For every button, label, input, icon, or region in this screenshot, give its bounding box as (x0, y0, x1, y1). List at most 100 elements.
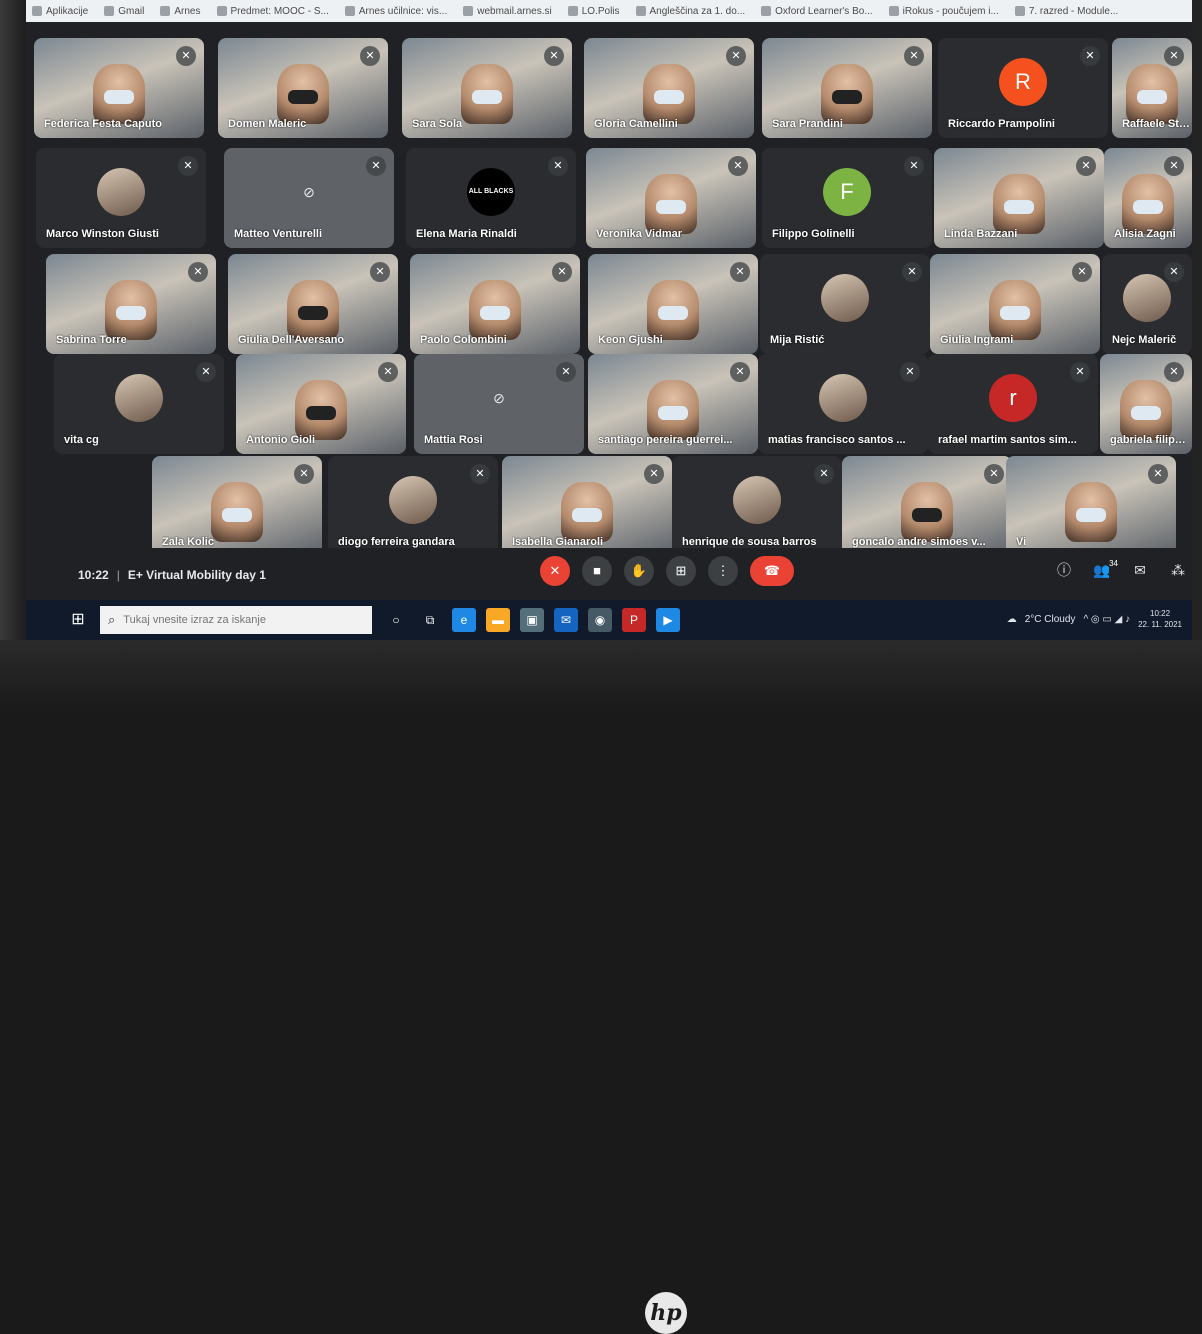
weather-text[interactable]: 2°C Cloudy (1025, 614, 1076, 625)
participant-name: Giulia Dell'Aversano (238, 334, 345, 346)
bookmark-icon (104, 6, 115, 16)
participant-tile[interactable]: ✕ Sabrina Torre (46, 254, 216, 354)
participant-tile[interactable]: ✕ gabriela filipa de jes... (1100, 354, 1192, 454)
powerpoint-icon[interactable]: P (622, 608, 646, 632)
participant-tile[interactable]: ✕ Veronika Vidmar (586, 148, 756, 248)
face-mask (1004, 200, 1034, 214)
participant-tile[interactable]: ✕ santiago pereira guerrei... (588, 354, 758, 454)
participant-name: Filippo Golinelli (772, 228, 855, 240)
participant-name: Gloria Camellini (594, 118, 678, 130)
more-options-button[interactable]: ⋮ (708, 556, 738, 586)
participant-tile[interactable]: ✕ Mija Ristić (760, 254, 930, 354)
participant-tile[interactable]: ✕ henrique de sousa barros (672, 456, 842, 556)
participant-tile[interactable]: ✕ Zala Kolic (152, 456, 322, 556)
bookmark-item[interactable]: Gmail (104, 6, 144, 17)
participant-tile[interactable]: ✕ diogo ferreira gandara (328, 456, 498, 556)
mic-muted-icon: ✕ (730, 362, 750, 382)
participant-tile[interactable]: ✕ Antonio Gioli (236, 354, 406, 454)
avatar (1123, 274, 1171, 322)
participant-tile[interactable]: ✕ goncalo andre simoes v... (842, 456, 1012, 556)
store-icon[interactable]: ▣ (520, 608, 544, 632)
camera-off-icon: ⊘ (303, 184, 315, 200)
participant-tile[interactable]: ✕ vita cg (54, 354, 224, 454)
avatar (389, 476, 437, 524)
bookmark-item[interactable]: Arnes (160, 6, 201, 17)
task-view-icon[interactable]: ⧉ (418, 608, 442, 632)
participant-name: diogo ferreira gandara (338, 536, 455, 548)
participant-tile[interactable]: ⊘ ✕ Mattia Rosi (414, 354, 584, 454)
participant-tile[interactable]: R ✕ Riccardo Prampolini (938, 38, 1108, 138)
participant-tile[interactable]: ✕ Gloria Camellini (584, 38, 754, 138)
participant-tile[interactable]: ✕ Linda Bazzani (934, 148, 1104, 248)
camera-button[interactable]: ■ (582, 556, 612, 586)
bookmark-label: Arnes učilnice: vis... (358, 5, 448, 17)
edge-icon[interactable]: e (452, 608, 476, 632)
bookmark-item[interactable]: LO.Polis (567, 5, 620, 17)
bookmark-item[interactable]: Oxford Learner's Bo... (761, 6, 873, 17)
face-mask (654, 90, 684, 104)
participant-tile[interactable]: ✕ matias francisco santos ... (758, 354, 928, 454)
bookmark-item[interactable]: iRokus - poučujem i... (888, 6, 999, 17)
participant-tile[interactable]: ✕ Alisia Zagni (1104, 148, 1192, 248)
participant-tile[interactable]: ALL BLACKS ✕ Elena Maria Rinaldi (406, 148, 576, 248)
face-mask (1131, 406, 1161, 420)
participant-tile[interactable]: r ✕ rafael martim santos sim... (928, 354, 1098, 454)
participant-tile[interactable]: ✕ Sara Sola (402, 38, 572, 138)
mic-muted-icon: ✕ (544, 46, 564, 66)
participant-name: Riccardo Prampolini (948, 118, 1055, 130)
zoom-icon[interactable]: ▶ (656, 608, 680, 632)
participant-tile[interactable]: ✕ Isabella Gianaroli (502, 456, 672, 556)
bookmark-item[interactable]: Angleščina za 1. do... (635, 6, 745, 17)
participant-name: Matteo Venturelli (234, 228, 323, 240)
bookmark-item[interactable]: webmail.arnes.si (463, 6, 552, 17)
participant-name: Zala Kolic (162, 536, 214, 548)
mail-icon[interactable]: ✉ (554, 608, 578, 632)
separator: | (116, 568, 120, 582)
bookmark-item[interactable]: Aplikacije (32, 6, 88, 17)
participant-tile[interactable]: ✕ Keon Gjushi (588, 254, 758, 354)
participant-tile[interactable]: ✕ Nejc Malerič (1102, 254, 1192, 354)
activities-icon[interactable]: ⁂ (1164, 556, 1192, 584)
mic-muted-icon: ✕ (902, 262, 922, 282)
raise-hand-button[interactable]: ✋ (624, 556, 654, 586)
chat-icon[interactable]: ✉ (1126, 556, 1154, 584)
participant-tile[interactable]: ✕ Domen Maleric (218, 38, 388, 138)
face-mask (658, 306, 688, 320)
participant-name: Vi (1016, 536, 1027, 548)
avatar (821, 274, 869, 322)
search-input[interactable] (123, 614, 354, 626)
participant-tile[interactable]: ✕ Giulia Ingrami (930, 254, 1100, 354)
info-icon[interactable]: ⓘ (1050, 556, 1078, 584)
tray-icons[interactable]: ^ ◎ ▭ ◢ ♪ (1083, 614, 1130, 625)
file-explorer-icon[interactable]: ▬ (486, 608, 510, 632)
participant-tile[interactable]: F ✕ Filippo Golinelli (762, 148, 932, 248)
bookmark-label: Aplikacije (46, 5, 89, 17)
participant-tile[interactable]: ⊘ ✕ Matteo Venturelli (224, 148, 394, 248)
people-icon[interactable]: 👥 34 (1088, 550, 1118, 584)
windows-start-icon[interactable]: ⊞ (68, 610, 88, 630)
bookmark-item[interactable]: 7. razred - Module... (1014, 6, 1118, 17)
taskbar-search[interactable]: ⌕ (100, 606, 372, 634)
participant-tile[interactable]: ✕ Paolo Colombini (410, 254, 580, 354)
clock[interactable]: 10:22 22. 11. 2021 (1138, 608, 1182, 630)
participant-tile[interactable]: ✕ Giulia Dell'Aversano (228, 254, 398, 354)
meeting-time: 10:22 (78, 568, 109, 582)
participant-tile[interactable]: ✕ Federica Festa Caputo (34, 38, 204, 138)
participant-tile[interactable]: ✕ Raffaele Stanzione (1112, 38, 1192, 138)
bookmark-label: LO.Polis (581, 5, 620, 17)
participant-tile[interactable]: ✕ Vi (1006, 456, 1176, 556)
participant-name: matias francisco santos ... (768, 434, 906, 446)
chrome-icon[interactable]: ◉ (588, 608, 612, 632)
system-tray: ☁ 2°C Cloudy ^ ◎ ▭ ◢ ♪ 10:22 22. 11. 202… (1007, 608, 1182, 630)
leave-call-button[interactable]: ☎ (750, 556, 794, 586)
bookmark-item[interactable]: Predmet: MOOC - S... (216, 6, 329, 17)
participant-grid: ✕ Federica Festa Caputo ✕ Domen Maleric ✕ Sar… (26, 28, 1192, 556)
cortana-icon[interactable]: ○ (384, 608, 408, 632)
mic-muted-icon: ✕ (1164, 362, 1184, 382)
mic-off-button[interactable]: ✕ (540, 556, 570, 586)
participant-tile[interactable]: ✕ Marco Winston Giusti (36, 148, 206, 248)
bookmark-item[interactable]: Arnes učilnice: vis... (344, 5, 448, 17)
monitor-photo: Aplikacije Gmail Arnes Predmet: MOOC - S...… (0, 0, 1202, 1334)
present-button[interactable]: ⊞ (666, 556, 696, 586)
participant-tile[interactable]: ✕ Sara Prandini (762, 38, 932, 138)
